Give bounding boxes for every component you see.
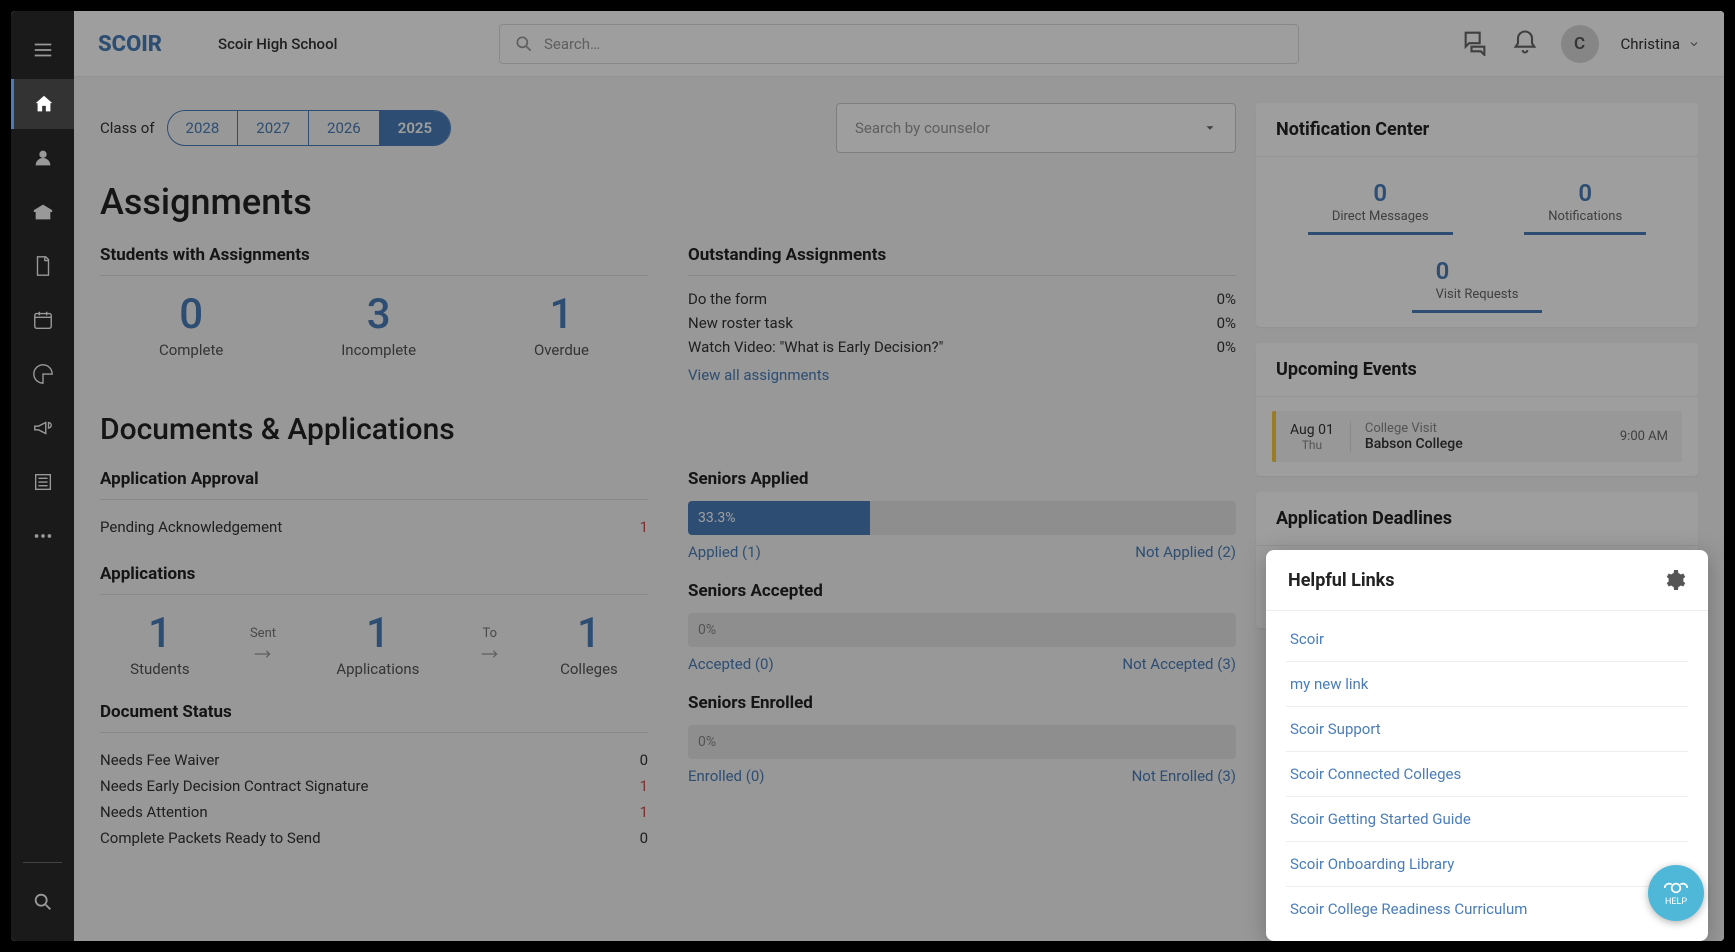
bell-icon[interactable]	[1511, 28, 1539, 60]
helpful-links-panel: Helpful Links Scoir my new link Scoir Su…	[1266, 550, 1708, 941]
direct-messages[interactable]: 0Direct Messages	[1308, 171, 1453, 235]
seniors-enrolled-title: Seniors Enrolled	[688, 693, 1236, 713]
nav-more[interactable]	[11, 511, 74, 561]
docs-apps-heading: Documents & Applications	[100, 412, 1236, 447]
students-assignments-title: Students with Assignments	[100, 245, 648, 276]
doc-row[interactable]: Needs Fee Waiver0	[100, 747, 648, 773]
assignment-row[interactable]: Do the form0%	[688, 290, 1236, 308]
helpful-link[interactable]: Scoir College Readiness Curriculum	[1286, 887, 1688, 931]
stat-incomplete[interactable]: 3Incomplete	[341, 290, 416, 359]
helpful-link[interactable]: Scoir Connected Colleges	[1286, 752, 1688, 797]
assignments-heading: Assignments	[100, 181, 1236, 223]
year-2028[interactable]: 2028	[168, 111, 239, 145]
enrolled-link[interactable]: Enrolled (0)	[688, 767, 765, 785]
counselor-placeholder: Search by counselor	[855, 119, 990, 137]
applications-title: Applications	[100, 564, 648, 595]
sidebar	[11, 11, 74, 941]
applied-link[interactable]: Applied (1)	[688, 543, 761, 561]
search-icon	[514, 34, 534, 54]
events-card: Upcoming Events Aug 01Thu College VisitB…	[1256, 343, 1698, 476]
events-header: Upcoming Events	[1256, 343, 1698, 397]
helpful-link[interactable]: my new link	[1286, 662, 1688, 707]
year-pills: 2028 2027 2026 2025	[167, 110, 451, 146]
doc-row[interactable]: Needs Early Decision Contract Signature1	[100, 773, 648, 799]
stat-complete[interactable]: 0Complete	[159, 290, 223, 359]
event-row[interactable]: Aug 01Thu College VisitBabson College 9:…	[1272, 411, 1682, 462]
visit-requests[interactable]: 0Visit Requests	[1412, 249, 1543, 313]
nav-announce[interactable]	[11, 403, 74, 453]
doc-row[interactable]: Complete Packets Ready to Send0	[100, 825, 648, 851]
nav-reports[interactable]	[11, 349, 74, 399]
dropdown-icon	[1203, 121, 1217, 135]
school-name: Scoir High School	[218, 35, 337, 53]
year-2027[interactable]: 2027	[238, 111, 309, 145]
gear-icon[interactable]	[1662, 568, 1686, 592]
not-applied-link[interactable]: Not Applied (2)	[1135, 543, 1236, 561]
helpful-link[interactable]: Scoir Getting Started Guide	[1286, 797, 1688, 842]
accepted-bar: 0%	[688, 613, 1236, 647]
arrow-to: To	[480, 626, 500, 661]
nav-document[interactable]	[11, 241, 74, 291]
assignment-row[interactable]: Watch Video: "What is Early Decision?"0%	[688, 338, 1236, 356]
help-label: HELP	[1665, 897, 1687, 907]
hamburger-menu[interactable]	[11, 25, 74, 75]
help-fab[interactable]: HELP	[1648, 865, 1704, 921]
user-name: Christina	[1621, 35, 1681, 53]
nav-home[interactable]	[11, 79, 74, 129]
nav-calendar[interactable]	[11, 295, 74, 345]
class-of-label: Class of	[100, 119, 155, 137]
notification-card: Notification Center 0Direct Messages 0No…	[1256, 103, 1698, 327]
counselor-select[interactable]: Search by counselor	[836, 103, 1236, 153]
messages-icon[interactable]	[1461, 28, 1489, 60]
nav-people[interactable]	[11, 133, 74, 183]
seniors-accepted-title: Seniors Accepted	[688, 581, 1236, 601]
nav-search[interactable]	[11, 877, 74, 927]
flow-colleges[interactable]: 1Colleges	[560, 609, 618, 678]
helpful-link[interactable]: Scoir Support	[1286, 707, 1688, 752]
search-input[interactable]	[544, 35, 1284, 53]
enrolled-bar: 0%	[688, 725, 1236, 759]
arrow-sent: Sent	[250, 626, 276, 661]
event-time: 9:00 AM	[1620, 429, 1668, 444]
svg-text:SCOIR: SCOIR	[98, 32, 162, 57]
year-2026[interactable]: 2026	[309, 111, 380, 145]
notifications-count[interactable]: 0Notifications	[1524, 171, 1646, 235]
nav-school[interactable]	[11, 187, 74, 237]
flow-applications[interactable]: 1Applications	[336, 609, 419, 678]
not-enrolled-link[interactable]: Not Enrolled (3)	[1132, 767, 1236, 785]
helpful-title: Helpful Links	[1288, 570, 1395, 591]
search-box[interactable]	[499, 24, 1299, 64]
accepted-link[interactable]: Accepted (0)	[688, 655, 774, 673]
user-menu[interactable]: Christina	[1621, 35, 1701, 53]
helpful-link[interactable]: Scoir	[1286, 617, 1688, 662]
nav-list[interactable]	[11, 457, 74, 507]
doc-status-title: Document Status	[100, 702, 648, 733]
doc-row[interactable]: Needs Attention1	[100, 799, 648, 825]
stat-overdue[interactable]: 1Overdue	[534, 290, 589, 359]
helpful-link[interactable]: Scoir Onboarding Library	[1286, 842, 1688, 887]
approval-title: Application Approval	[100, 469, 648, 500]
seniors-applied-title: Seniors Applied	[688, 469, 1236, 489]
flow-students[interactable]: 1Students	[130, 609, 189, 678]
event-date: Aug 01Thu	[1290, 422, 1334, 452]
pending-ack-row[interactable]: Pending Acknowledgement1	[100, 514, 648, 540]
assignment-row[interactable]: New roster task0%	[688, 314, 1236, 332]
deadlines-header: Application Deadlines	[1256, 492, 1698, 546]
avatar[interactable]: C	[1561, 25, 1599, 63]
notif-header: Notification Center	[1256, 103, 1698, 157]
not-accepted-link[interactable]: Not Accepted (3)	[1122, 655, 1236, 673]
year-2025[interactable]: 2025	[380, 111, 450, 145]
logo[interactable]: SCOIR	[98, 28, 198, 60]
view-all-link[interactable]: View all assignments	[688, 366, 829, 384]
header: SCOIR Scoir High School C Christina	[74, 11, 1724, 77]
chevron-down-icon	[1688, 38, 1700, 50]
outstanding-title: Outstanding Assignments	[688, 245, 1236, 276]
applied-bar: 33.3%	[688, 501, 1236, 535]
